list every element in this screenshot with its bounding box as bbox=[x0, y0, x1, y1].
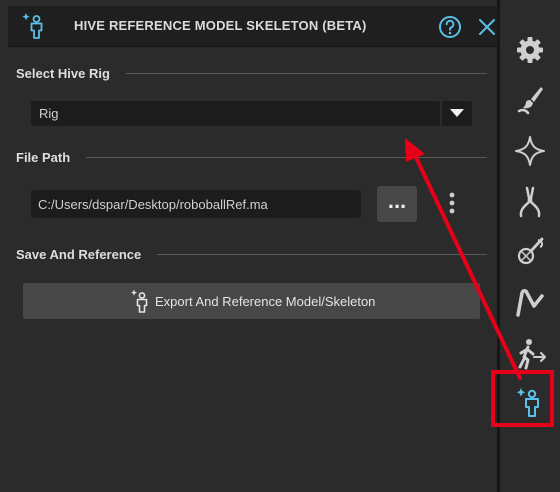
walk-exit-icon bbox=[518, 339, 546, 370]
section-divider bbox=[157, 254, 487, 255]
panel-title: HIVE REFERENCE MODEL SKELETON (BETA) bbox=[74, 18, 367, 33]
hive-person-icon bbox=[22, 13, 43, 39]
chevron-down-icon bbox=[450, 109, 464, 117]
rig-select-value: Rig bbox=[39, 106, 59, 121]
hive-reference-panel: HIVE REFERENCE MODEL SKELETON (BETA) Sel… bbox=[0, 0, 497, 492]
panel-header: HIVE REFERENCE MODEL SKELETON (BETA) bbox=[8, 6, 497, 47]
toolbar-net-button[interactable] bbox=[512, 234, 548, 270]
section-divider bbox=[126, 73, 487, 74]
leg-bend-icon bbox=[516, 289, 544, 317]
toolbar-star-button[interactable] bbox=[512, 133, 548, 169]
gear-icon bbox=[517, 37, 543, 63]
toolbar-gear-button[interactable] bbox=[512, 32, 548, 68]
section-divider bbox=[86, 157, 487, 158]
file-path-heading: File Path bbox=[16, 150, 71, 165]
more-options-icon[interactable] bbox=[445, 190, 459, 218]
sparkle-star-icon bbox=[515, 136, 545, 166]
active-tool-highlight-box bbox=[491, 370, 554, 427]
pliers-icon bbox=[519, 186, 541, 218]
rig-select-dropdown[interactable]: Rig bbox=[31, 101, 440, 126]
toolbar-paint-button[interactable] bbox=[512, 82, 548, 118]
file-path-input[interactable] bbox=[31, 190, 360, 218]
file-path-field-container bbox=[31, 190, 361, 218]
toolbar-pliers-button[interactable] bbox=[512, 184, 548, 220]
paint-brush-icon bbox=[517, 87, 543, 115]
toolbar-leg-button[interactable] bbox=[512, 284, 548, 320]
save-reference-heading: Save And Reference bbox=[16, 247, 142, 262]
rig-select-arrow-button[interactable] bbox=[442, 101, 472, 126]
fishing-net-icon bbox=[517, 237, 544, 265]
toolbar-walk-button[interactable] bbox=[512, 336, 548, 372]
export-reference-button[interactable]: Export And Reference Model/Skeleton bbox=[23, 283, 480, 319]
hive-person-icon bbox=[130, 289, 148, 313]
select-rig-heading: Select Hive Rig bbox=[16, 66, 110, 81]
question-circle-icon[interactable] bbox=[438, 15, 462, 39]
export-reference-label: Export And Reference Model/Skeleton bbox=[155, 294, 376, 309]
close-x-icon[interactable] bbox=[476, 16, 498, 38]
browse-button[interactable]: ... bbox=[377, 186, 417, 222]
